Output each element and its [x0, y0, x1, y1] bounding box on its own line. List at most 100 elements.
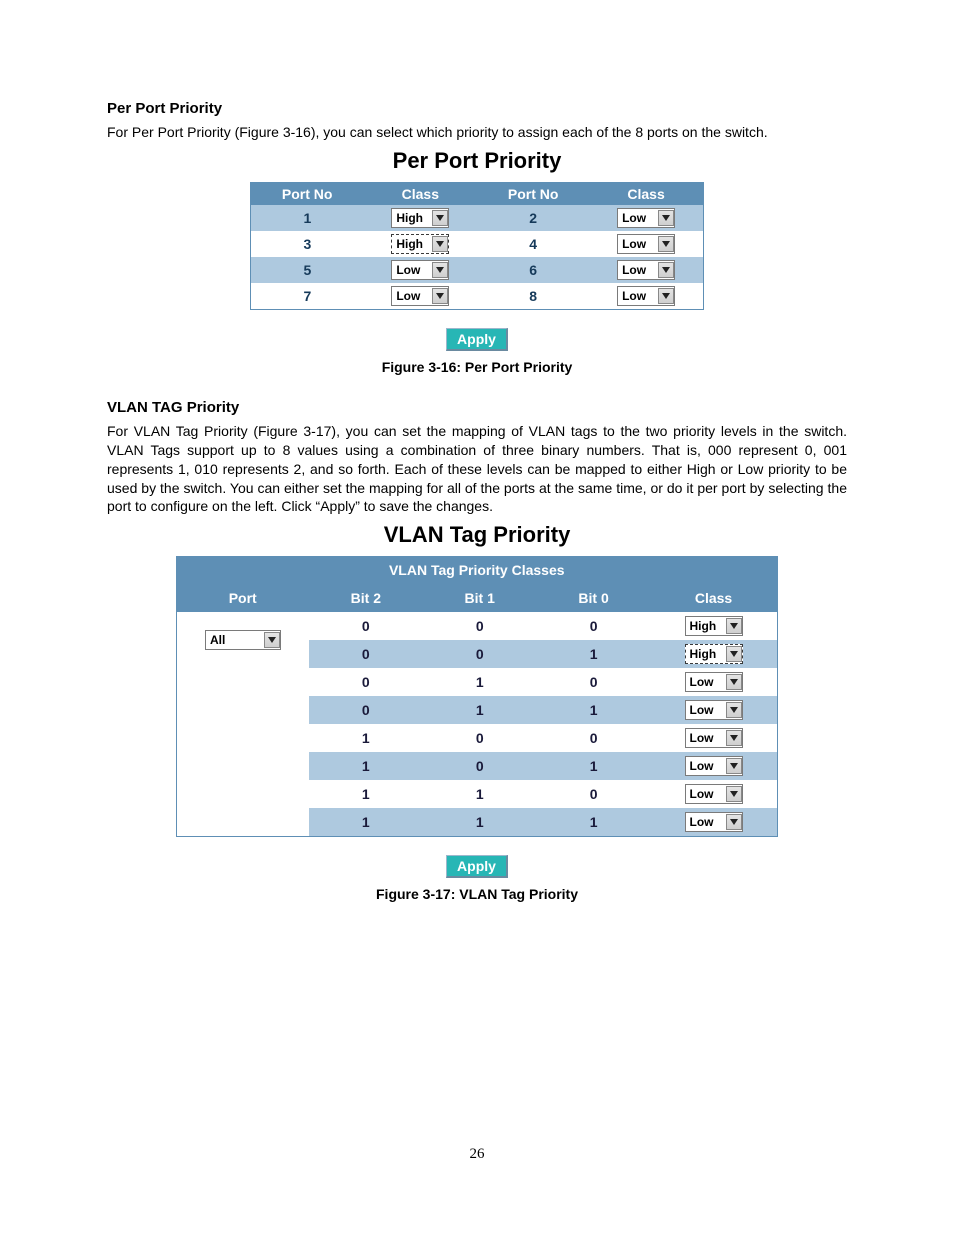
port-7-class-select-value: Low [396, 289, 420, 303]
bit2-value: 0 [309, 612, 423, 640]
vlan-header-port: Port [177, 584, 309, 612]
section2-body: For VLAN Tag Priority (Figure 3-17), you… [107, 422, 847, 516]
table-row: All000High [177, 612, 777, 640]
port-number: 7 [251, 283, 364, 309]
port-number: 4 [477, 231, 590, 257]
dropdown-arrow-icon [432, 210, 448, 226]
vlan-row-2-class-select[interactable]: Low [685, 672, 743, 692]
dropdown-arrow-icon [658, 288, 674, 304]
bit1-value: 1 [423, 668, 537, 696]
port-1-class-select-value: High [396, 211, 423, 225]
vlan-apply-button[interactable]: Apply [446, 855, 508, 878]
port-number: 2 [477, 205, 590, 231]
dropdown-arrow-icon [726, 702, 742, 718]
vlan-header-bit2: Bit 2 [309, 584, 423, 612]
vlan-port-select[interactable]: All [205, 630, 281, 650]
vlan-row-4-class-select-value: Low [690, 731, 714, 745]
port-number: 8 [477, 283, 590, 309]
dropdown-arrow-icon [658, 262, 674, 278]
port-5-class-select[interactable]: Low [391, 260, 449, 280]
figure-3-16-caption: Figure 3-16: Per Port Priority [107, 359, 847, 375]
bit2-value: 1 [309, 724, 423, 752]
dropdown-arrow-icon [726, 646, 742, 662]
dropdown-arrow-icon [658, 210, 674, 226]
port-6-class-select[interactable]: Low [617, 260, 675, 280]
port-8-class-select[interactable]: Low [617, 286, 675, 306]
port-7-class-select[interactable]: Low [391, 286, 449, 306]
bit0-value: 1 [537, 640, 651, 668]
dropdown-arrow-icon [658, 236, 674, 252]
vlan-row-6-class-select-value: Low [690, 787, 714, 801]
port-number: 5 [251, 257, 364, 283]
bit1-value: 0 [423, 612, 537, 640]
vlan-row-3-class-select-value: Low [690, 703, 714, 717]
section1-title: Per Port Priority [107, 100, 847, 117]
dropdown-arrow-icon [726, 814, 742, 830]
bit1-value: 0 [423, 752, 537, 780]
bit1-value: 1 [423, 696, 537, 724]
bit0-value: 0 [537, 780, 651, 808]
per-port-apply-button[interactable]: Apply [446, 328, 508, 351]
dropdown-arrow-icon [432, 262, 448, 278]
port-4-class-select-value: Low [622, 237, 646, 251]
vlan-row-0-class-select[interactable]: High [685, 616, 743, 636]
bit2-value: 1 [309, 780, 423, 808]
ppp-header-portno-b: Port No [477, 183, 590, 205]
bit2-value: 0 [309, 696, 423, 724]
vlan-row-5-class-select[interactable]: Low [685, 756, 743, 776]
vlan-header-bit0: Bit 0 [537, 584, 651, 612]
figure-3-17-caption: Figure 3-17: VLAN Tag Priority [107, 886, 847, 902]
vlan-row-5-class-select-value: Low [690, 759, 714, 773]
ppp-header-class-a: Class [364, 183, 477, 205]
dropdown-arrow-icon [432, 236, 448, 252]
dropdown-arrow-icon [264, 632, 280, 648]
vlan-super-header: VLAN Tag Priority Classes [177, 556, 777, 584]
bit2-value: 1 [309, 752, 423, 780]
vlan-row-2-class-select-value: Low [690, 675, 714, 689]
port-6-class-select-value: Low [622, 263, 646, 277]
vlan-row-7-class-select[interactable]: Low [685, 812, 743, 832]
per-port-priority-heading: Per Port Priority [107, 148, 847, 174]
bit2-value: 0 [309, 668, 423, 696]
bit1-value: 0 [423, 640, 537, 668]
port-3-class-select[interactable]: High [391, 234, 449, 254]
bit0-value: 0 [537, 612, 651, 640]
port-1-class-select[interactable]: High [391, 208, 449, 228]
table-row: 7 Low 8 Low [251, 283, 703, 309]
vlan-header-bit1: Bit 1 [423, 584, 537, 612]
vlan-port-select-value: All [210, 633, 225, 647]
dropdown-arrow-icon [726, 674, 742, 690]
ppp-header-class-b: Class [590, 183, 703, 205]
bit0-value: 0 [537, 668, 651, 696]
port-2-class-select[interactable]: Low [617, 208, 675, 228]
vlan-row-1-class-select[interactable]: High [685, 644, 743, 664]
bit0-value: 1 [537, 752, 651, 780]
port-number: 3 [251, 231, 364, 257]
vlan-row-6-class-select[interactable]: Low [685, 784, 743, 804]
dropdown-arrow-icon [726, 786, 742, 802]
vlan-tag-priority-panel: VLAN Tag Priority Classes Port Bit 2 Bit… [176, 556, 778, 837]
dropdown-arrow-icon [726, 758, 742, 774]
bit2-value: 1 [309, 808, 423, 836]
vlan-row-7-class-select-value: Low [690, 815, 714, 829]
port-5-class-select-value: Low [396, 263, 420, 277]
table-row: 1High2Low [251, 205, 703, 231]
section1-body: For Per Port Priority (Figure 3-16), you… [107, 123, 847, 142]
bit1-value: 1 [423, 780, 537, 808]
vlan-row-3-class-select[interactable]: Low [685, 700, 743, 720]
port-4-class-select[interactable]: Low [617, 234, 675, 254]
dropdown-arrow-icon [432, 288, 448, 304]
vlan-row-4-class-select[interactable]: Low [685, 728, 743, 748]
dropdown-arrow-icon [726, 730, 742, 746]
per-port-priority-panel: Port No Class Port No Class 1High2Low3Hi… [250, 182, 704, 310]
bit1-value: 0 [423, 724, 537, 752]
bit2-value: 0 [309, 640, 423, 668]
vlan-tag-priority-heading: VLAN Tag Priority [107, 522, 847, 548]
section2-title: VLAN TAG Priority [107, 399, 847, 416]
port-number: 6 [477, 257, 590, 283]
bit1-value: 1 [423, 808, 537, 836]
table-row: 5 Low 6 Low [251, 257, 703, 283]
bit0-value: 1 [537, 808, 651, 836]
bit0-value: 0 [537, 724, 651, 752]
vlan-row-1-class-select-value: High [690, 647, 717, 661]
